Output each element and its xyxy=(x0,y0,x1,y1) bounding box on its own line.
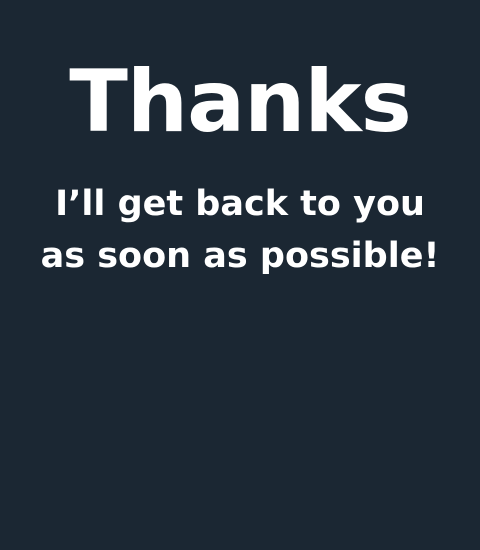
thanks-message: I’ll get back to you as soon as possible… xyxy=(0,178,480,282)
thanks-message-line-2: as soon as possible! xyxy=(40,236,440,276)
thanks-card: Thanks I’ll get back to you as soon as p… xyxy=(0,0,480,550)
thanks-title: Thanks xyxy=(69,52,412,152)
thanks-message-line-1: I’ll get back to you xyxy=(55,184,425,224)
